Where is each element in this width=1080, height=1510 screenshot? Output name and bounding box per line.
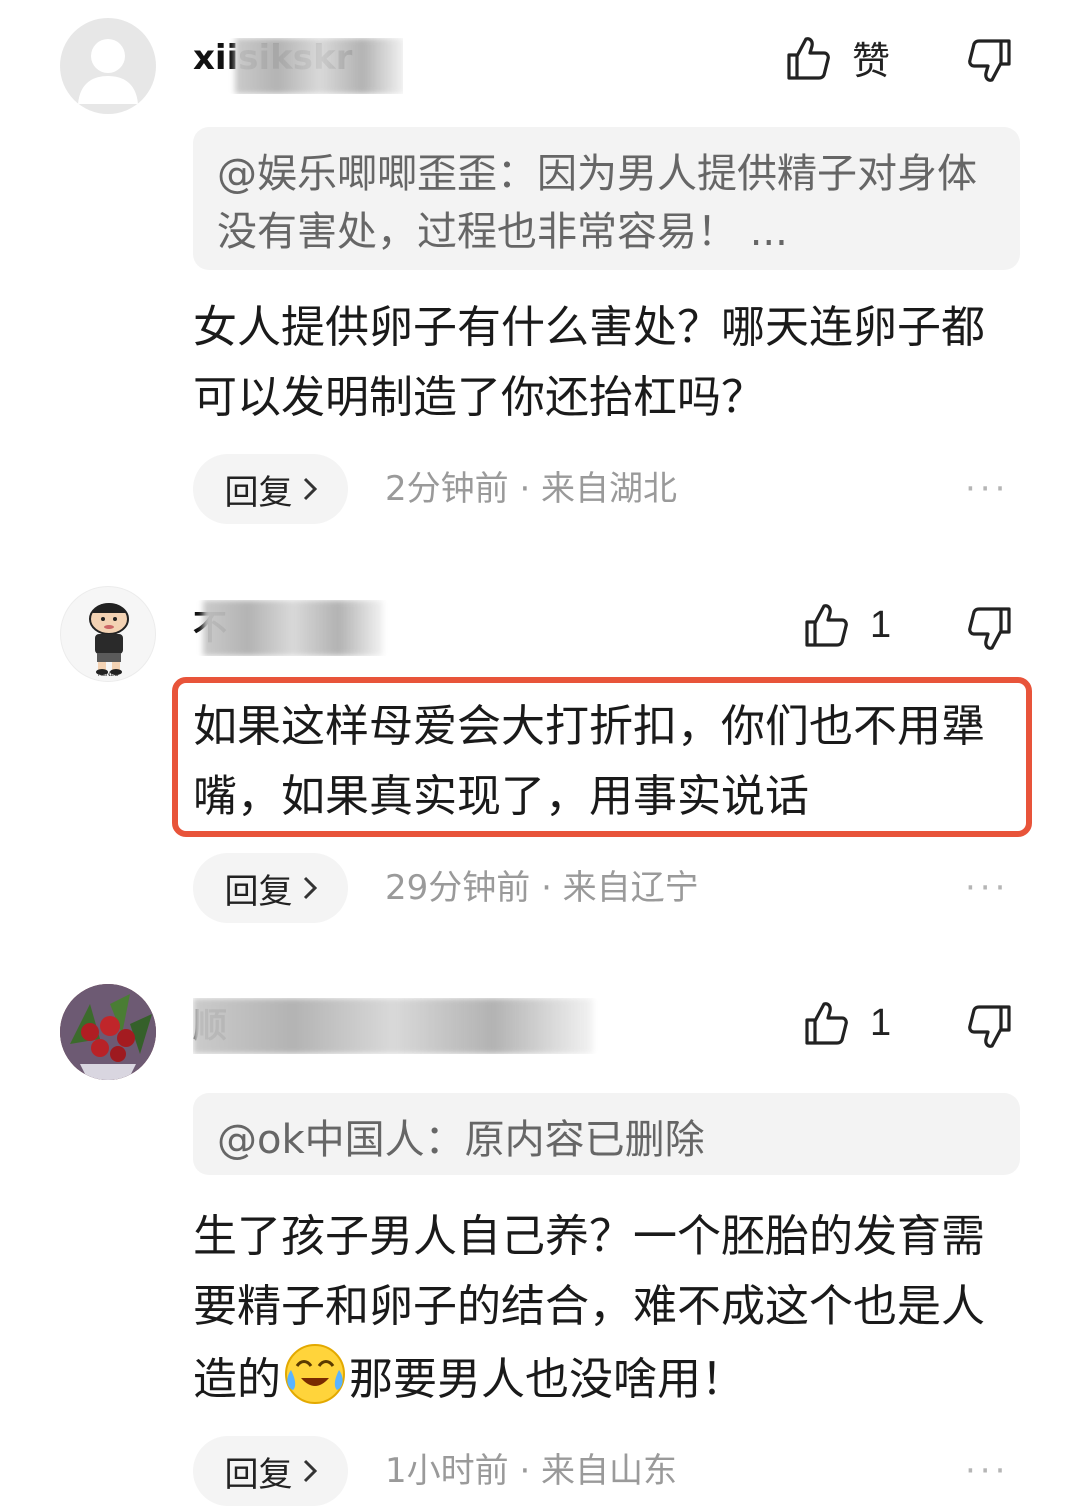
more-dots-icon[interactable]: ···: [965, 1436, 1009, 1506]
comment-text: 生了孩子男人自己养？一个胚胎的发育需要精子和卵子的结合，难不成这个也是人造的 那…: [193, 1211, 985, 1405]
flower-bouquet-icon: [60, 984, 156, 1080]
username[interactable]: 顺: [193, 998, 613, 1054]
thumbs-up-icon: [805, 1002, 848, 1045]
thumbs-down-icon[interactable]: [968, 1004, 1012, 1050]
crying-laughing-emoji: [285, 1344, 345, 1404]
like-count: 1: [870, 1001, 892, 1044]
username-blur: [193, 998, 593, 1054]
avatar[interactable]: [60, 984, 156, 1080]
comment-meta: 1小时前 · 来自山东: [385, 1451, 678, 1491]
like-button[interactable]: 1: [804, 1000, 891, 1046]
quoted-comment[interactable]: @ok中国人：原内容已删除: [193, 1093, 1020, 1175]
chevron-right-icon: [303, 1459, 317, 1483]
comment-3: 顺 1 @ok中国人：原内容已删除 生了孩子男人自己养？一个胚胎的发育需要精子和…: [0, 0, 1080, 1510]
reply-button[interactable]: 回复: [193, 1436, 348, 1506]
